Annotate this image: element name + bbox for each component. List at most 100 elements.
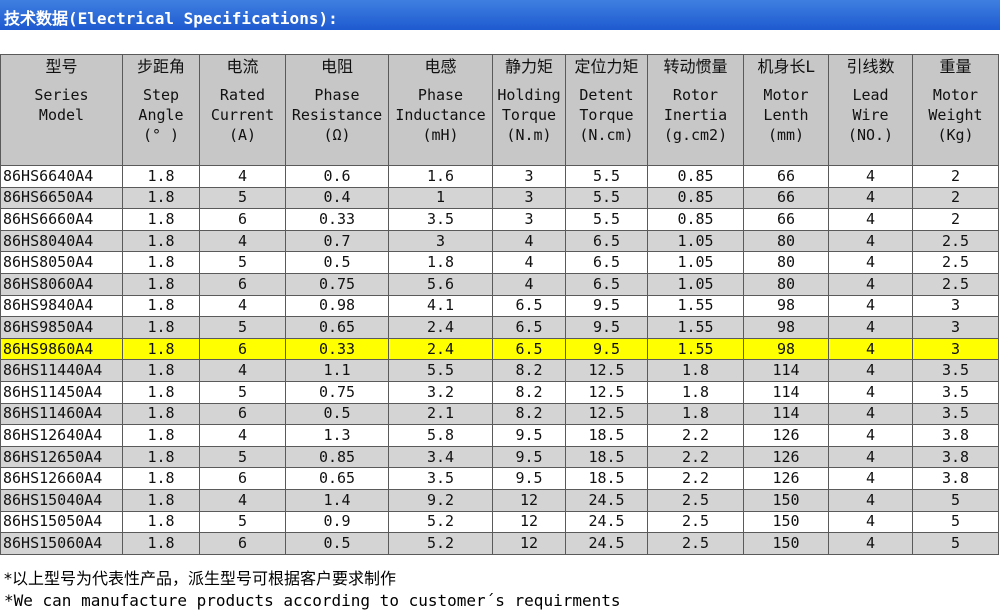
table-cell: 66 (743, 165, 829, 188)
table-cell: 5.8 (388, 424, 493, 447)
column-header-en: Step Angle (° ) (138, 86, 184, 144)
table-cell: 2.1 (388, 402, 493, 426)
column-header-en: Rated Current (A) (210, 86, 275, 144)
table-cell: 4 (828, 186, 913, 210)
table-cell: 2.5 (647, 488, 744, 512)
table-row: 86HS11450A4 1.8 5 0.75 3.2 8.2 12.5 1.8 114 4 3.5 (0, 380, 999, 404)
model-cell: 86HS6640A4 (0, 165, 123, 188)
table-cell: 4 (828, 510, 913, 534)
table-row: 86HS6640A4 1.8 4 0.6 1.6 3 5.5 0.85 66 4 2 (0, 165, 999, 188)
table-cell: 4.1 (388, 294, 493, 318)
table-cell: 12.5 (565, 380, 648, 404)
table-cell: 3.4 (388, 445, 493, 469)
table-cell: 4 (828, 337, 913, 361)
table-cell: 4 (828, 467, 913, 490)
table-cell: 24.5 (565, 488, 648, 512)
table-cell: 1.8 (122, 380, 200, 404)
model-cell: 86HS11460A4 (0, 402, 123, 426)
table-cell: 1.55 (647, 337, 744, 361)
table-cell: 3 (912, 337, 999, 361)
table-cell: 126 (743, 467, 829, 490)
table-row: 86HS8050A4 1.8 5 0.5 1.8 4 6.5 1.05 80 4 2.5 (0, 251, 999, 274)
table-cell: 1.05 (647, 272, 744, 296)
column-header-en: Series Model (34, 86, 89, 124)
table-cell: 1.8 (647, 359, 744, 382)
table-cell: 4 (492, 272, 566, 296)
table-cell: 6 (199, 532, 286, 555)
table-cell: 1.8 (388, 251, 493, 274)
table-row: 86HS12650A4 1.8 5 0.85 3.4 9.5 18.5 2.2 126 4 3.8 (0, 445, 999, 469)
table-cell: 4 (199, 359, 286, 382)
column-header: 型号 Series Model (0, 54, 123, 166)
table-cell: 98 (743, 316, 829, 339)
table-cell: 6 (199, 272, 286, 296)
table-cell: 12 (492, 510, 566, 534)
column-header: 机身长L Motor Lenth (mm) (743, 54, 829, 166)
model-cell: 86HS9850A4 (0, 316, 123, 339)
table-cell: 3 (912, 294, 999, 318)
table-cell: 1.05 (647, 251, 744, 274)
table-cell: 5.2 (388, 532, 493, 555)
table-cell: 1.8 (122, 488, 200, 512)
table-cell: 3.8 (912, 424, 999, 447)
table-cell: 4 (199, 229, 286, 253)
table-row: 86HS12660A4 1.8 6 0.65 3.5 9.5 18.5 2.2 126 4 3.8 (0, 467, 999, 490)
table-cell: 1.8 (122, 467, 200, 490)
table-cell: 114 (743, 380, 829, 404)
column-header-zh: 电感 (424, 57, 457, 76)
table-row: 86HS8040A4 1.8 4 0.7 3 4 6.5 1.05 80 4 2.5 (0, 229, 999, 253)
table-cell: 4 (199, 488, 286, 512)
table-cell: 0.65 (285, 467, 389, 490)
table-cell: 150 (743, 532, 829, 555)
column-header-zh: 机身长L (757, 57, 815, 76)
table-cell: 1.8 (122, 229, 200, 253)
table-row: 86HS15050A4 1.8 5 0.9 5.2 12 24.5 2.5 150 4 5 (0, 510, 999, 534)
table-cell: 24.5 (565, 510, 648, 534)
table-cell: 5 (199, 186, 286, 210)
table-cell: 2 (912, 186, 999, 210)
column-header: 电感 Phase Inductance (mH) (388, 54, 493, 166)
column-header: 电阻 Phase Resistance (Ω) (285, 54, 389, 166)
table-cell: 1.8 (647, 402, 744, 426)
model-cell: 86HS8040A4 (0, 229, 123, 253)
table-cell: 5 (912, 488, 999, 512)
table-cell: 1.8 (122, 337, 200, 361)
table-cell: 2.5 (647, 510, 744, 534)
table-cell: 1.6 (388, 165, 493, 188)
table-cell: 126 (743, 424, 829, 447)
table-cell: 1.8 (122, 402, 200, 426)
column-header: 引线数 Lead Wire (NO.) (828, 54, 913, 166)
table-cell: 2 (912, 165, 999, 188)
table-cell: 4 (828, 294, 913, 318)
table-cell: 3.5 (912, 359, 999, 382)
table-cell: 2.2 (647, 445, 744, 469)
model-cell: 86HS11450A4 (0, 380, 123, 404)
table-cell: 1.3 (285, 424, 389, 447)
table-cell: 9.5 (565, 316, 648, 339)
column-header-zh: 电流 (226, 57, 259, 76)
table-cell: 0.9 (285, 510, 389, 534)
table-cell: 80 (743, 251, 829, 274)
table-cell: 0.75 (285, 380, 389, 404)
table-cell: 5.5 (565, 186, 648, 210)
table-cell: 12.5 (565, 359, 648, 382)
column-header: 定位力矩 Detent Torque (N.cm) (565, 54, 648, 166)
model-cell: 86HS11440A4 (0, 359, 123, 382)
table-cell: 2.5 (912, 229, 999, 253)
table-cell: 3 (492, 208, 566, 231)
column-header-zh: 引线数 (846, 57, 895, 76)
table-cell: 80 (743, 229, 829, 253)
table-cell: 66 (743, 208, 829, 231)
model-cell: 86HS9840A4 (0, 294, 123, 318)
model-cell: 86HS8060A4 (0, 272, 123, 296)
table-cell: 5 (912, 510, 999, 534)
table-cell: 4 (828, 445, 913, 469)
table-cell: 8.2 (492, 402, 566, 426)
table-cell: 4 (828, 532, 913, 555)
table-cell: 6 (199, 208, 286, 231)
model-cell: 86HS15050A4 (0, 510, 123, 534)
table-cell: 1.8 (122, 316, 200, 339)
table-cell: 9.5 (492, 467, 566, 490)
table-cell: 4 (492, 229, 566, 253)
table-cell: 1.8 (122, 510, 200, 534)
